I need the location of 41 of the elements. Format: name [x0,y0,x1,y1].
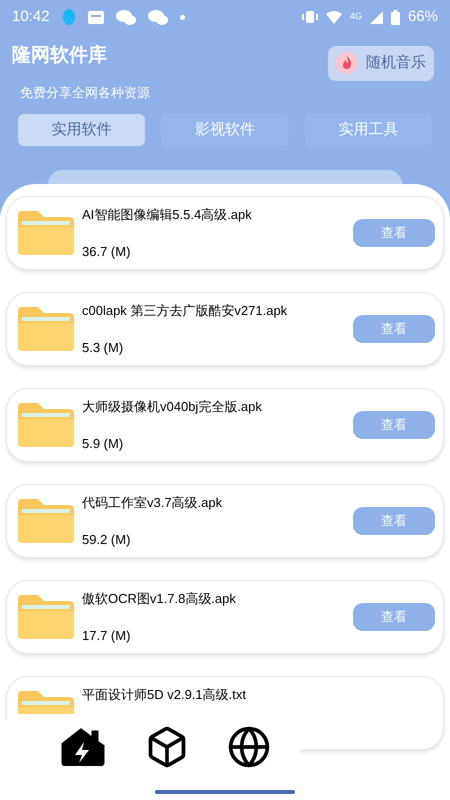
file-size: 17.7 (M) [82,626,132,645]
battery-icon [390,10,400,24]
app-title: 隆网软件库 [12,44,108,68]
file-size: 5.9 (M) [82,434,124,453]
view-button[interactable]: 查看 [353,219,435,247]
view-button[interactable]: 查看 [353,507,435,535]
home-bolt-icon[interactable] [59,728,107,766]
chat-icon [148,10,168,24]
file-name: 代码工作室v3.7高级.apk [82,494,224,512]
folder-icon [18,307,74,351]
random-music-button[interactable]: 随机音乐 [328,46,434,80]
battery-level: 66% [408,6,438,27]
wifi-icon [326,10,342,24]
category-tab[interactable]: 实用软件 [18,114,146,146]
file-name: 大师级摄像机v040bj完全版.apk [82,398,263,416]
signal-icon [370,10,383,24]
globe-icon[interactable] [227,725,271,769]
file-name: 平面设计师5D v2.9.1高级.txt [82,686,247,704]
view-button[interactable]: 查看 [353,315,435,343]
folder-icon [18,595,74,639]
file-size: 5.3 (M) [82,338,124,357]
view-button[interactable]: 查看 [353,411,435,439]
file-name: c00lapk 第三方去广版酷安v271.apk [82,302,288,320]
vibrate-icon [302,11,318,23]
category-tab[interactable]: 影视软件 [161,114,289,146]
network-type: 4G [350,10,362,23]
view-button[interactable]: 查看 [353,603,435,631]
folder-icon [18,403,74,447]
app-subtitle: 免费分享全网各种资源 [19,84,150,102]
file-size: 36.7 (M) [82,242,132,261]
chat-icon [116,10,136,24]
flame-icon [336,52,358,74]
file-name: AI智能图像编辑5.5.4高级.apk [82,206,253,224]
category-tab[interactable]: 实用工具 [304,114,432,146]
file-name: 傲软OCR图v1.7.8高级.apk [82,590,237,608]
dot-icon [180,14,185,20]
message-icon [88,10,104,24]
file-size: 59.2 (M) [82,530,132,549]
folder-icon [18,211,74,255]
folder-icon [18,499,74,543]
status-time: 10:42 [12,6,50,27]
